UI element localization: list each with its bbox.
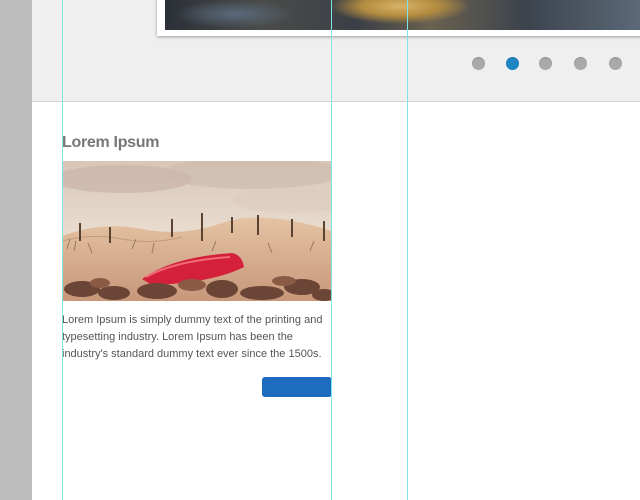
hero-slide-image [165,0,640,30]
card-title: Lorem Ipsum [62,134,160,151]
card-image[interactable] [62,161,332,301]
slider-pagination [472,57,632,71]
slider-dot-2[interactable] [506,57,519,70]
slider-dot-4[interactable] [574,57,587,70]
left-gutter [0,0,32,500]
layout-guide-3 [407,0,408,500]
layout-guide-1 [62,0,63,500]
read-more-button[interactable] [262,377,332,397]
beach-boat-photo [62,161,332,301]
slider-dot-5[interactable] [609,57,622,70]
layout-guide-2 [331,0,332,500]
slider-dot-3[interactable] [539,57,552,70]
slider-dot-1[interactable] [472,57,485,70]
card-description: Lorem Ipsum is simply dummy text of the … [62,314,323,360]
hero-slider-frame [157,0,640,36]
